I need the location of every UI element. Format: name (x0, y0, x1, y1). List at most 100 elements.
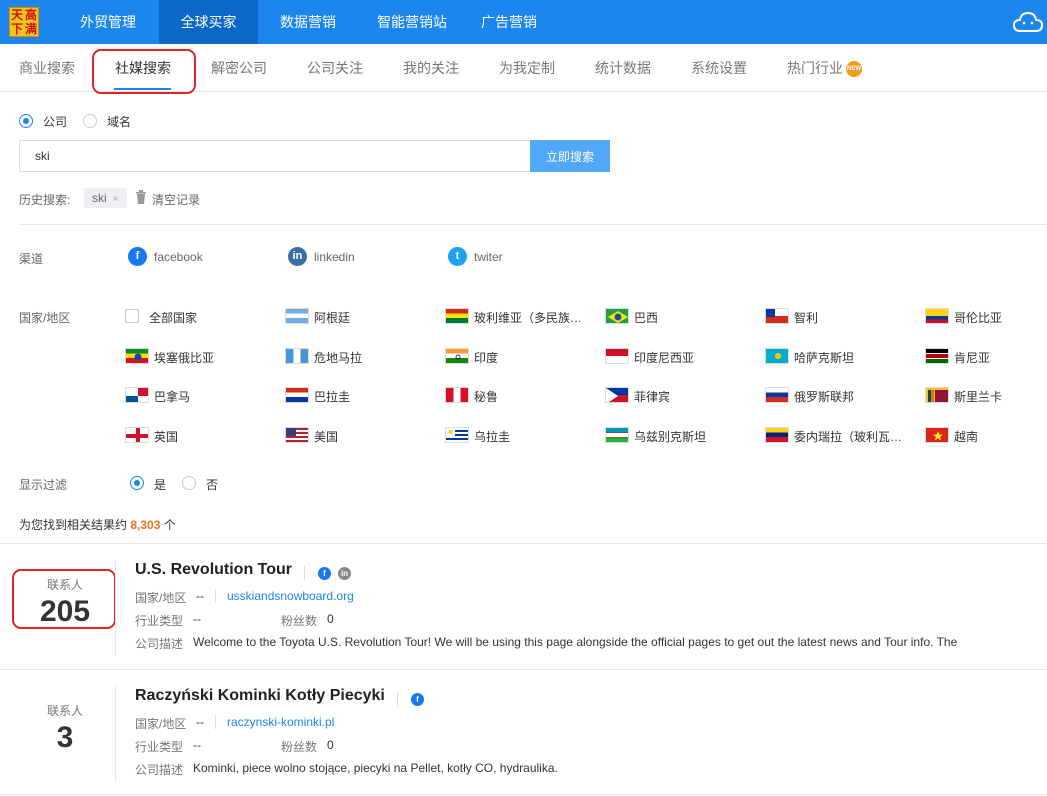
field-fans-value: 0 (327, 612, 334, 626)
result-title[interactable]: Raczyński Kominki Kotły Piecyki (135, 687, 385, 705)
divider (0, 794, 1047, 795)
tab-hot-industry-label: 热门行业 (787, 60, 843, 76)
linkedin-icon[interactable]: in (338, 567, 351, 580)
flag-icon (925, 348, 949, 364)
clear-history-button[interactable]: 清空记录 (152, 191, 200, 208)
tab-decrypt-company[interactable]: 解密公司 (211, 44, 267, 92)
country-name: 巴拉圭 (314, 390, 351, 404)
close-icon[interactable]: × (113, 194, 119, 205)
trash-icon[interactable] (135, 190, 147, 204)
field-separator (215, 715, 216, 729)
result-count: 为您找到相关结果约 8,303 个 (19, 516, 176, 533)
country-name: 巴西 (634, 311, 659, 325)
flag-icon (765, 387, 789, 403)
field-country-label: 国家/地区 (135, 591, 187, 605)
field-fans-value: 0 (327, 738, 334, 752)
radio-filter-yes[interactable] (130, 476, 144, 490)
field-industry-value: -- (193, 612, 201, 626)
country-name: 秘鲁 (474, 390, 499, 404)
website-link[interactable]: raczynski-kominki.pl (227, 715, 334, 729)
logo-char: 下 (10, 22, 23, 36)
title-separator (397, 692, 398, 706)
field-desc-label: 公司描述 (135, 637, 184, 651)
radio-filter-no[interactable] (182, 476, 196, 490)
tab-statistics[interactable]: 统计数据 (595, 44, 651, 92)
country-name: 阿根廷 (314, 311, 351, 325)
highlight-annotation (92, 49, 196, 94)
flag-icon (765, 427, 789, 443)
top-nav: 天 高 下 满 外贸管理 全球买家 数据营销 智能营销站 广告营销 (0, 0, 1047, 44)
tab-business-search[interactable]: 商业搜索 (19, 44, 75, 92)
country-name: 越南 (954, 430, 979, 444)
logo-char: 天 (10, 8, 23, 22)
result-count-number: 8,303 (130, 518, 161, 532)
field-industry-label: 行业类型 (135, 740, 184, 754)
tab-my-watch[interactable]: 我的关注 (403, 44, 459, 92)
country-name: 斯里兰卡 (954, 390, 1003, 404)
country-name: 乌兹别克斯坦 (634, 430, 707, 444)
tab-customize[interactable]: 为我定制 (499, 44, 555, 92)
logo-char: 满 (24, 22, 37, 36)
vertical-divider (115, 686, 116, 782)
flag-icon (125, 427, 149, 443)
title-separator (304, 566, 305, 580)
contacts-label: 联系人 (46, 704, 83, 718)
country-label: 国家/地区 (19, 311, 71, 325)
country-name: 哥伦比亚 (954, 311, 1003, 325)
history-tag-text: ski (92, 191, 107, 205)
top-nav-trade-management[interactable]: 外贸管理 (57, 0, 159, 44)
facebook-icon[interactable]: f (128, 247, 147, 266)
channel-facebook[interactable]: facebook (154, 250, 203, 264)
flag-icon (285, 427, 309, 443)
result-title[interactable]: U.S. Revolution Tour (135, 561, 292, 579)
tab-hot-industry[interactable]: 热门行业 NEW (787, 44, 862, 92)
top-nav-data-marketing[interactable]: 数据营销 (258, 0, 358, 44)
flag-icon (445, 348, 469, 364)
flag-icon (125, 387, 149, 403)
country-name: 危地马拉 (314, 351, 363, 365)
field-desc-label: 公司描述 (135, 763, 184, 777)
divider (19, 224, 1047, 225)
flag-icon (605, 427, 629, 443)
country-name: 印度尼西亚 (634, 351, 695, 365)
flag-icon (605, 387, 629, 403)
country-name: 委内瑞拉（玻利瓦… (794, 430, 903, 444)
divider (0, 669, 1047, 670)
flag-icon (285, 348, 309, 364)
country-name: 美国 (314, 430, 339, 444)
country-name: 俄罗斯联邦 (794, 390, 855, 404)
radio-domain[interactable] (83, 114, 97, 128)
facebook-icon[interactable]: f (318, 567, 331, 580)
field-desc-value: Kominki, piece wolno stojące, piecyki na… (193, 761, 558, 775)
field-fans-label: 粉丝数 (281, 614, 318, 628)
logo-char: 高 (24, 8, 37, 22)
radio-company[interactable] (19, 114, 33, 128)
channel-twitter[interactable]: twiter (474, 250, 503, 264)
vertical-divider (115, 560, 116, 656)
all-countries-checkbox[interactable] (125, 309, 139, 323)
result-count-prefix: 为您找到相关结果约 (19, 518, 131, 532)
search-button[interactable]: 立即搜索 (530, 140, 610, 172)
top-nav-smart-site[interactable]: 智能营销站 (358, 0, 466, 44)
flag-icon (925, 387, 949, 403)
radio-filter-no-label: 否 (206, 478, 219, 492)
twitter-icon[interactable]: t (448, 247, 467, 266)
field-fans-label: 粉丝数 (281, 740, 318, 754)
search-input[interactable] (19, 140, 531, 172)
history-tag[interactable]: ski × (84, 188, 127, 208)
flag-icon (445, 427, 469, 443)
flag-icon (285, 387, 309, 403)
facebook-icon[interactable]: f (411, 693, 424, 706)
top-nav-global-buyers[interactable]: 全球买家 (159, 0, 258, 44)
field-country-label: 国家/地区 (135, 717, 187, 731)
field-country-value: -- (196, 715, 204, 729)
linkedin-icon[interactable]: in (288, 247, 307, 266)
top-nav-ad-marketing[interactable]: 广告营销 (466, 0, 552, 44)
cloud-icon[interactable] (1012, 9, 1044, 35)
tab-company-watch[interactable]: 公司关注 (307, 44, 363, 92)
tab-system-settings[interactable]: 系统设置 (691, 44, 747, 92)
channel-linkedin[interactable]: linkedin (314, 250, 355, 264)
logo[interactable]: 天 高 下 满 (9, 7, 39, 37)
website-link[interactable]: usskiandsnowboard.org (227, 589, 354, 603)
new-badge: NEW (846, 61, 862, 78)
